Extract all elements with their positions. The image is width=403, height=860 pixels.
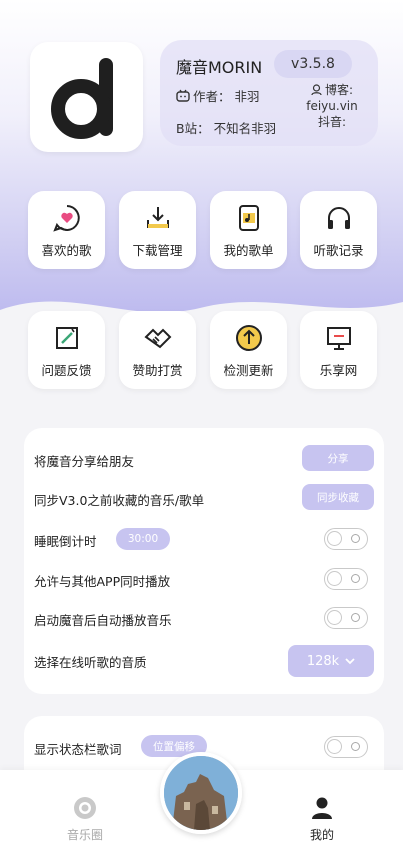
- toggle-knob: [327, 531, 342, 546]
- quality-label: 选择在线听歌的音质: [34, 655, 147, 670]
- sync-button[interactable]: 同步收藏: [302, 484, 374, 510]
- menu-label: 喜欢的歌: [41, 243, 92, 258]
- douyin-label: 抖音:: [317, 115, 347, 129]
- menu-downloads[interactable]: 下载管理: [119, 191, 196, 269]
- chevron-down-icon: [345, 657, 355, 664]
- menu-label: 我的歌单: [223, 243, 274, 258]
- toggle-off-mark: [351, 742, 360, 751]
- lyrics-toggle[interactable]: [324, 736, 368, 758]
- headphones-icon: [327, 207, 350, 229]
- menu-playlists[interactable]: 我的歌单: [210, 191, 287, 269]
- nav-label: 音乐圈: [66, 828, 103, 842]
- menu-label: 下载管理: [132, 243, 183, 258]
- user-pin-icon: [311, 84, 322, 96]
- now-playing-disc[interactable]: [160, 752, 242, 834]
- menu-label: 听歌记录: [313, 243, 364, 258]
- app-logo: [30, 42, 143, 152]
- autoplay-toggle[interactable]: [324, 607, 368, 629]
- app-name: 魔音MORIN: [176, 58, 263, 77]
- quality-select[interactable]: 128k: [288, 645, 374, 677]
- toggle-knob: [327, 571, 342, 586]
- bilibili-row[interactable]: B站： 不知名非羽: [176, 118, 276, 137]
- share-label: 将魔音分享给朋友: [34, 454, 135, 469]
- album-cover-image: [164, 756, 238, 830]
- nav-label: 我的: [309, 828, 334, 842]
- sleep-toggle[interactable]: [324, 528, 368, 550]
- bilibili-label: B站：: [176, 121, 210, 136]
- lyrics-label: 显示状态栏歌词: [34, 742, 122, 757]
- menu-label: 问题反馈: [41, 363, 92, 378]
- mix-play-toggle[interactable]: [324, 568, 368, 590]
- nav-mine[interactable]: 我的: [292, 796, 352, 843]
- sleep-timer-value[interactable]: 30:00: [116, 528, 170, 550]
- user-icon: [312, 797, 332, 819]
- author-label: 作者：: [193, 89, 231, 104]
- playlist-icon: [238, 205, 259, 231]
- version-badge[interactable]: v3.5.8: [274, 50, 352, 78]
- share-button[interactable]: 分享: [302, 445, 374, 471]
- toggle-off-mark: [351, 574, 360, 583]
- download-icon: [146, 207, 169, 228]
- menu-lexiang[interactable]: 乐享网: [300, 311, 377, 389]
- feedback-icon: [55, 327, 78, 349]
- author-row[interactable]: 作者： 非羽: [176, 86, 260, 105]
- autoplay-label: 启动魔音后自动播放音乐: [34, 613, 172, 628]
- author-name: 非羽: [234, 89, 260, 104]
- menu-history[interactable]: 听歌记录: [300, 191, 377, 269]
- toggle-off-mark: [351, 534, 360, 543]
- disc-icon: [74, 797, 96, 819]
- blog-block[interactable]: 博客: feiyu.vin 抖音:: [298, 82, 366, 130]
- handshake-icon: [143, 328, 171, 349]
- bilibili-icon: [176, 89, 190, 102]
- menu-label: 赞助打赏: [132, 363, 183, 378]
- toggle-off-mark: [351, 613, 360, 622]
- logo-d-icon: [50, 58, 113, 139]
- bilibili-name: 不知名非羽: [213, 121, 277, 136]
- toggle-knob: [327, 739, 342, 754]
- menu-feedback[interactable]: 问题反馈: [28, 311, 105, 389]
- mix-play-label: 允许与其他APP同时播放: [34, 574, 171, 589]
- menu-label: 乐享网: [319, 363, 358, 378]
- monitor-icon: [326, 327, 351, 350]
- toggle-knob: [327, 610, 342, 625]
- sleep-label: 睡眠倒计时: [34, 534, 97, 549]
- sync-label: 同步V3.0之前收藏的音乐/歌单: [34, 493, 205, 508]
- heart-chat-icon: [52, 205, 80, 232]
- blog-label: 博客:: [324, 83, 354, 97]
- menu-favorites[interactable]: 喜欢的歌: [28, 191, 105, 269]
- update-icon: [235, 325, 262, 351]
- menu-update[interactable]: 检测更新: [210, 311, 287, 389]
- menu-label: 检测更新: [223, 363, 274, 378]
- nav-music-circle[interactable]: 音乐圈: [55, 796, 115, 843]
- menu-sponsor[interactable]: 赞助打赏: [119, 311, 196, 389]
- blog-value: feiyu.vin: [306, 99, 358, 113]
- quality-value: 128k: [306, 653, 340, 669]
